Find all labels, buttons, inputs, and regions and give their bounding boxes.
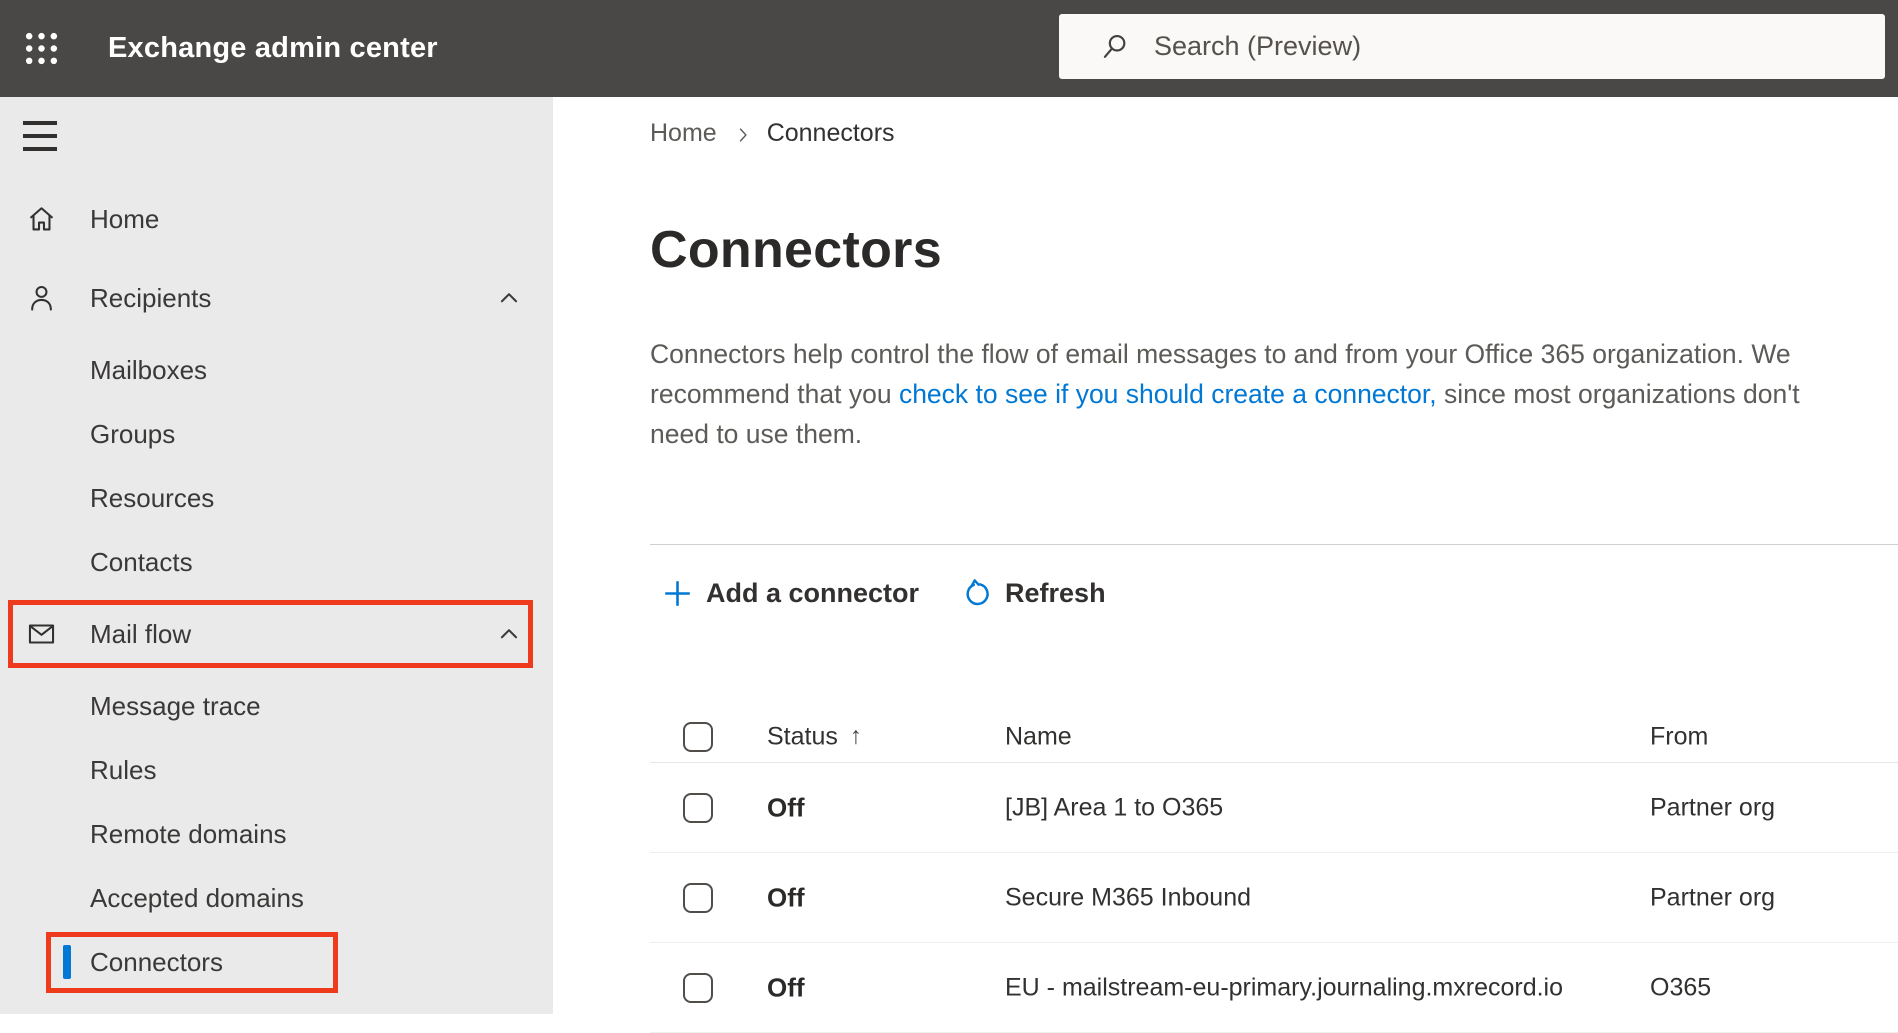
search-input[interactable] xyxy=(1154,31,1754,62)
sidebar-item-label: Mail flow xyxy=(90,618,192,649)
column-header-status[interactable]: Status ↑ xyxy=(767,722,862,751)
column-header-name[interactable]: Name xyxy=(1005,722,1072,751)
table-row[interactable]: Off Secure M365 Inbound Partner org xyxy=(650,853,1898,943)
description-line3: need to use them. xyxy=(650,419,863,449)
sidebar-item-label: Mailboxes xyxy=(90,354,208,385)
description-line2-pre: recommend that you xyxy=(650,379,899,409)
sort-ascending-icon: ↑ xyxy=(849,722,862,750)
waffle-icon xyxy=(25,32,58,65)
sidebar-item-accepted-domains[interactable]: Accepted domains xyxy=(0,866,553,930)
status-badge: Off xyxy=(767,792,805,822)
table-row[interactable]: Off [JB] Area 1 to O365 Partner org xyxy=(650,763,1898,853)
connector-from: Partner org xyxy=(1650,793,1776,821)
row-checkbox[interactable] xyxy=(683,972,713,1003)
sidebar-item-label: Home xyxy=(90,203,160,234)
annotation-box-mail-flow xyxy=(8,600,533,668)
sidebar-item-label: Contacts xyxy=(90,546,193,577)
create-connector-link[interactable]: check to see if you should create a conn… xyxy=(899,379,1437,409)
connectors-table: Status ↑ Name From Off [JB] Area 1 to O3… xyxy=(650,711,1898,1033)
select-all-checkbox[interactable] xyxy=(683,721,713,752)
sidebar-item-label: Resources xyxy=(90,482,215,513)
status-badge: Off xyxy=(767,972,805,1002)
sidebar-item-home[interactable]: Home xyxy=(0,187,553,251)
row-checkbox[interactable] xyxy=(683,882,713,913)
column-header-from[interactable]: From xyxy=(1650,722,1708,751)
page-description: Connectors help control the flow of emai… xyxy=(650,334,1898,454)
table-header-row: Status ↑ Name From xyxy=(650,711,1898,763)
refresh-button[interactable]: Refresh xyxy=(961,578,1106,609)
main-content: Home Connectors Connectors Connectors he… xyxy=(553,97,1898,1033)
connector-name[interactable]: Secure M365 Inbound xyxy=(1005,883,1251,912)
sidebar-item-label: Groups xyxy=(90,418,176,449)
sidebar-item-label: Rules xyxy=(90,754,157,785)
toolbar-divider xyxy=(650,544,1898,545)
selected-indicator-bar xyxy=(63,945,71,979)
refresh-icon xyxy=(966,578,989,605)
sidebar-item-rules[interactable]: Rules xyxy=(0,738,553,802)
sidebar-item-groups[interactable]: Groups xyxy=(0,402,553,466)
app-launcher-waffle-icon[interactable] xyxy=(0,0,80,97)
sidebar-item-mail-flow[interactable]: Mail flow xyxy=(0,600,553,668)
sidebar-nav: Home Recipients Mailboxes Groups Resourc… xyxy=(0,97,553,1014)
sidebar-item-mailboxes[interactable]: Mailboxes xyxy=(0,338,553,402)
sidebar-item-label: Accepted domains xyxy=(90,882,304,913)
chevron-up-icon[interactable] xyxy=(496,285,522,311)
sidebar-item-label: Connectors xyxy=(90,946,223,977)
chevron-up-icon[interactable] xyxy=(496,621,522,647)
status-badge: Off xyxy=(767,882,805,912)
plus-icon xyxy=(665,580,690,606)
breadcrumb-home-link[interactable]: Home xyxy=(650,119,717,148)
add-connector-button[interactable]: Add a connector xyxy=(662,578,919,609)
breadcrumb-current: Connectors xyxy=(766,119,895,147)
sidebar-item-message-trace[interactable]: Message trace xyxy=(0,674,553,738)
sidebar-item-label: Recipients xyxy=(90,282,212,313)
connector-name[interactable]: [JB] Area 1 to O365 xyxy=(1005,793,1223,822)
connector-from: Partner org xyxy=(1650,883,1776,911)
person-icon xyxy=(25,282,58,315)
sidebar-item-recipients[interactable]: Recipients xyxy=(0,266,553,330)
page-title: Connectors xyxy=(650,221,942,279)
sidebar-item-connectors[interactable]: Connectors xyxy=(0,930,553,994)
breadcrumb: Home Connectors xyxy=(650,97,1898,148)
sidebar-item-remote-domains[interactable]: Remote domains xyxy=(0,802,553,866)
description-line2-post: since most organizations don't xyxy=(1436,379,1800,409)
sidebar-item-contacts[interactable]: Contacts xyxy=(0,530,553,594)
search-box[interactable] xyxy=(1059,14,1885,79)
table-row[interactable]: Off EU - mailstream-eu-primary.journalin… xyxy=(650,943,1898,1033)
add-connector-label: Add a connector xyxy=(706,577,920,608)
hamburger-menu-icon[interactable] xyxy=(23,121,59,151)
description-line1: Connectors help control the flow of emai… xyxy=(650,339,1791,369)
top-bar: Exchange admin center xyxy=(0,0,1898,97)
search-icon xyxy=(1103,34,1126,58)
sidebar-item-label: Remote domains xyxy=(90,818,287,849)
home-icon xyxy=(25,203,58,236)
sidebar-item-label: Message trace xyxy=(90,690,261,721)
row-checkbox[interactable] xyxy=(683,792,713,823)
sidebar-item-resources[interactable]: Resources xyxy=(0,466,553,530)
refresh-label: Refresh xyxy=(1005,577,1106,608)
mail-icon xyxy=(25,618,58,651)
connector-from: O365 xyxy=(1650,973,1712,1001)
app-title: Exchange admin center xyxy=(108,32,438,64)
toolbar: Add a connector Refresh xyxy=(650,576,1898,610)
connector-name[interactable]: EU - mailstream-eu-primary.journaling.mx… xyxy=(1005,973,1563,1002)
chevron-right-icon xyxy=(733,125,753,145)
